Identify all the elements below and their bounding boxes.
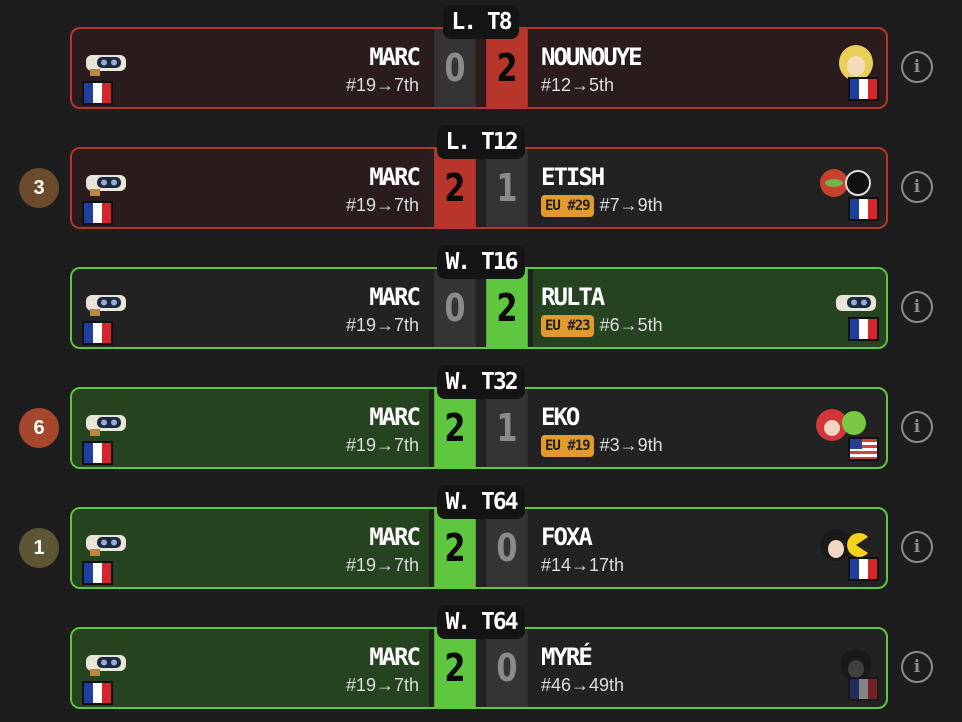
- match-card[interactable]: MARC #19→7th 2 1 ETISH EU #29 #7→9th: [70, 147, 888, 229]
- info-icon[interactable]: i: [901, 51, 933, 83]
- player-seed: #19→7th: [345, 675, 419, 695]
- right-score: 0: [486, 629, 528, 707]
- rob-character-icon: [86, 55, 126, 76]
- right-score: 2: [486, 29, 528, 107]
- opponent-name: EKO: [541, 403, 580, 431]
- player-name: MARC: [369, 163, 421, 191]
- left-score: 0: [434, 29, 476, 107]
- match-card[interactable]: MARC #19→7th 2 0 MYRÉ #46→49th: [70, 627, 888, 709]
- right-score: 1: [486, 389, 528, 467]
- opponent-name: ETISH: [541, 163, 605, 191]
- opponent-seed: #46→49th: [541, 675, 625, 695]
- player-seed: #19→7th: [345, 195, 419, 215]
- info-icon[interactable]: i: [901, 651, 933, 683]
- opponent-seed: #14→17th: [541, 555, 625, 575]
- left-score: 2: [434, 629, 476, 707]
- left-score: 2: [434, 389, 476, 467]
- opponent-seed: EU #23 #6→5th: [541, 315, 663, 337]
- player-seed: #19→7th: [345, 435, 419, 455]
- match-row: L. T8 MARC #19→7th 0 2 NOUNOUYE #12→5th …: [0, 0, 962, 122]
- left-player: MARC #19→7th: [72, 149, 429, 227]
- match-card[interactable]: MARC #19→7th 0 2 RULTA EU #23 #6→5th: [70, 267, 888, 349]
- opponent-name: RULTA: [541, 283, 605, 311]
- player-seed: #19→7th: [345, 315, 419, 335]
- player-name: MARC: [369, 43, 421, 71]
- round-label: W. T32: [437, 365, 525, 399]
- rob-character-icon: [86, 535, 126, 556]
- player-name: MARC: [369, 403, 421, 431]
- right-score: 1: [486, 149, 528, 227]
- player-seed: #19→7th: [345, 555, 419, 575]
- opponent-seed: #12→5th: [541, 75, 615, 95]
- info-icon[interactable]: i: [901, 411, 933, 443]
- rob-character-icon: [86, 655, 126, 676]
- match-row: L. T12 3 MARC #19→7th 2 1 ETISH EU #29 #7…: [0, 120, 962, 242]
- match-card[interactable]: MARC #19→7th 2 1 EKO EU #19 #3→9th: [70, 387, 888, 469]
- ranking-badge: EU #19: [541, 435, 594, 457]
- right-score: 2: [486, 269, 528, 347]
- samus-character-icon: [820, 169, 871, 197]
- player-seed: #19→7th: [345, 75, 419, 95]
- left-player: MARC #19→7th: [72, 509, 429, 587]
- match-card[interactable]: MARC #19→7th 0 2 NOUNOUYE #12→5th: [70, 27, 888, 109]
- match-row: W. T16 MARC #19→7th 0 2 RULTA EU #23 #6→5…: [0, 240, 962, 362]
- ranking-badge: EU #29: [541, 195, 594, 217]
- right-score: 0: [486, 509, 528, 587]
- france-flag-icon: [848, 197, 879, 221]
- france-flag-icon: [82, 681, 113, 705]
- left-player: MARC #19→7th: [72, 269, 429, 347]
- left-score: 2: [434, 149, 476, 227]
- match-row: W. T32 6 MARC #19→7th 2 1 EKO EU #19 #3→9…: [0, 360, 962, 482]
- france-flag-icon: [82, 441, 113, 465]
- ranking-badge: EU #23: [541, 315, 594, 337]
- round-label: W. T64: [437, 485, 525, 519]
- france-flag-icon: [82, 561, 113, 585]
- player-name: MARC: [369, 643, 421, 671]
- round-label: W. T64: [437, 605, 525, 639]
- rob-character-icon: [86, 415, 126, 436]
- opponent-name: MYRÉ: [541, 643, 593, 671]
- match-row: W. T64 1 MARC #19→7th 2 0 FOXA #14→17th …: [0, 480, 962, 602]
- opponent-name: NOUNOUYE: [541, 43, 643, 71]
- left-player: MARC #19→7th: [72, 629, 429, 707]
- round-label: W. T16: [437, 245, 525, 279]
- left-score: 0: [434, 269, 476, 347]
- france-flag-icon: [82, 81, 113, 105]
- info-icon[interactable]: i: [901, 531, 933, 563]
- france-flag-icon: [82, 201, 113, 225]
- france-flag-icon: [848, 557, 879, 581]
- info-icon[interactable]: i: [901, 291, 933, 323]
- placement-number: 6: [19, 408, 59, 448]
- match-row: W. T64 MARC #19→7th 2 0 MYRÉ #46→49th i: [0, 600, 962, 722]
- player-name: MARC: [369, 283, 421, 311]
- match-card[interactable]: MARC #19→7th 2 0 FOXA #14→17th: [70, 507, 888, 589]
- placement-number: 1: [19, 528, 59, 568]
- usa-flag-icon: [848, 437, 879, 461]
- left-player: MARC #19→7th: [72, 29, 429, 107]
- round-label: L. T12: [437, 125, 525, 159]
- rob-character-icon: [86, 295, 126, 316]
- france-flag-icon: [848, 317, 879, 341]
- player-name: MARC: [369, 523, 421, 551]
- rob-character-icon: [86, 175, 126, 196]
- left-player: MARC #19→7th: [72, 389, 429, 467]
- rob-character-icon: [836, 295, 876, 311]
- france-flag-icon: [848, 677, 879, 701]
- opponent-seed: EU #29 #7→9th: [541, 195, 663, 217]
- info-icon[interactable]: i: [901, 171, 933, 203]
- left-score: 2: [434, 509, 476, 587]
- placement-number: 3: [19, 168, 59, 208]
- france-flag-icon: [848, 77, 879, 101]
- opponent-seed: EU #19 #3→9th: [541, 435, 663, 457]
- round-label: L. T8: [443, 5, 519, 39]
- france-flag-icon: [82, 321, 113, 345]
- opponent-name: FOXA: [541, 523, 593, 551]
